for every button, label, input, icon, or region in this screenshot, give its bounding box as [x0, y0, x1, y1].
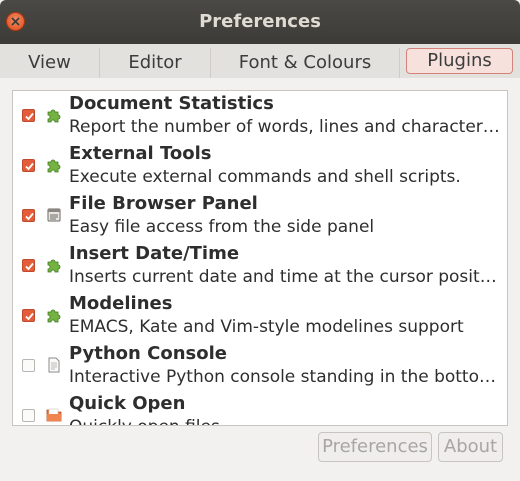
puzzle-icon: [47, 309, 61, 323]
checkmark-icon: [25, 212, 34, 221]
plugin-description: EMACS, Kate and Vim-style modelines supp…: [69, 317, 464, 337]
tab-plugins[interactable]: Plugins: [406, 48, 513, 74]
plugin-description: Interactive Python console standing in t…: [69, 367, 501, 387]
plugin-name: Quick Open: [69, 393, 186, 414]
plugin-name: Insert Date/Time: [69, 243, 240, 264]
plugin-list[interactable]: Document Statistics Report the number of…: [12, 90, 508, 426]
window-title: Preferences: [199, 11, 321, 32]
plugin-description: Inserts current date and time at the cur…: [69, 267, 501, 287]
checkmark-icon: [25, 112, 34, 121]
plugin-name: Python Console: [69, 343, 227, 364]
puzzle-icon: [47, 259, 61, 273]
plugin-description: Report the number of words, lines and ch…: [69, 117, 501, 137]
plugin-checkbox[interactable]: [22, 309, 35, 322]
plugin-checkbox[interactable]: [22, 359, 35, 372]
plugin-description: Execute external commands and shell scri…: [69, 167, 461, 187]
plugin-name: External Tools: [69, 143, 212, 164]
plugin-row-insert-date-time[interactable]: Insert Date/Time Inserts current date an…: [13, 241, 507, 291]
plugin-checkbox[interactable]: [22, 109, 35, 122]
plugin-name: Modelines: [69, 293, 173, 314]
plugin-row-document-statistics[interactable]: Document Statistics Report the number of…: [13, 91, 507, 141]
about-button[interactable]: About: [438, 432, 503, 462]
plugin-row-modelines[interactable]: Modelines EMACS, Kate and Vim-style mode…: [13, 291, 507, 341]
plugin-row-external-tools[interactable]: External Tools Execute external commands…: [13, 141, 507, 191]
plugin-checkbox[interactable]: [22, 409, 35, 422]
plugin-row-quick-open[interactable]: Quick Open Quickly open files: [13, 391, 507, 425]
file-browser-icon: [47, 208, 61, 222]
puzzle-icon: [47, 109, 61, 123]
plugin-checkbox[interactable]: [22, 159, 35, 172]
tab-font-colours[interactable]: Font & Colours: [211, 48, 400, 78]
checkmark-icon: [25, 262, 34, 271]
checkmark-icon: [25, 162, 34, 171]
puzzle-icon: [47, 159, 61, 173]
document-icon: [48, 357, 60, 373]
plugin-name: Document Statistics: [69, 93, 274, 114]
plugin-description: Quickly open files: [69, 417, 501, 425]
tab-view[interactable]: View: [0, 48, 100, 78]
tab-editor[interactable]: Editor: [100, 48, 211, 78]
plugin-row-python-console[interactable]: Python Console Interactive Python consol…: [13, 341, 507, 391]
checkmark-icon: [25, 312, 34, 321]
plugin-name: File Browser Panel: [69, 193, 258, 214]
plugin-checkbox[interactable]: [22, 259, 35, 272]
folder-icon: [46, 408, 62, 422]
title-bar: Preferences: [0, 0, 520, 44]
tab-bar: View Editor Font & Colours Plugins: [0, 44, 520, 78]
plugin-row-file-browser-panel[interactable]: File Browser Panel Easy file access from…: [13, 191, 507, 241]
plugin-checkbox[interactable]: [22, 209, 35, 222]
plugin-description: Easy file access from the side panel: [69, 217, 375, 237]
preferences-button[interactable]: Preferences: [318, 432, 432, 462]
